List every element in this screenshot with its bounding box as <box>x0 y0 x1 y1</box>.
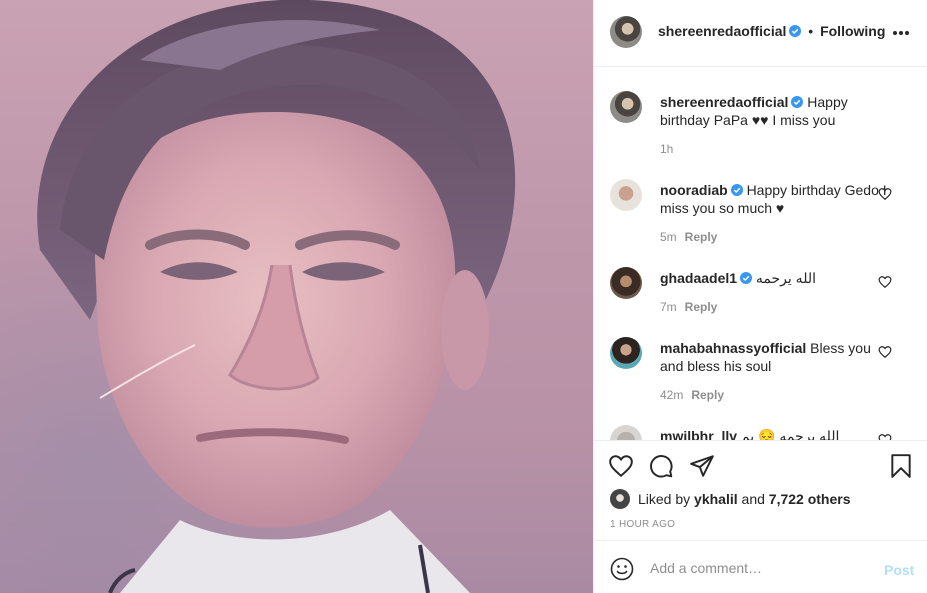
post-header: shereenredaofficial • Following <box>594 0 927 67</box>
header-user-line: shereenredaofficial • Following <box>658 23 885 39</box>
comment-body: ghadaadel1 الله يرحمه <box>660 269 888 287</box>
comment-time: 42m <box>660 388 684 402</box>
owner-username[interactable]: shereenredaofficial <box>658 23 786 39</box>
comment-time: 1h <box>660 142 674 156</box>
likes-summary: Liked by ykhalil and 7,722 others <box>610 489 851 509</box>
likes-count[interactable]: 7,722 others <box>769 491 851 507</box>
comment-username[interactable]: ghadaadel1 <box>660 270 737 286</box>
add-comment-bar: Post <box>594 540 927 593</box>
instagram-post: shereenredaofficial • Following shereenr… <box>0 0 927 593</box>
post-timestamp[interactable]: 1 HOUR AGO <box>610 519 675 530</box>
comment-meta: 7m Reply <box>660 300 717 314</box>
reply-button[interactable]: Reply <box>685 230 718 244</box>
comment-body: nooradiab Happy birthday Gedo I miss you… <box>660 181 888 217</box>
like-comment-heart-icon[interactable] <box>878 433 892 440</box>
comment-time: 7m <box>660 300 677 314</box>
verified-badge-icon <box>740 272 753 284</box>
liker-avatar[interactable] <box>610 489 630 509</box>
comment-meta: 1h <box>660 142 673 156</box>
comment-bubble-icon[interactable] <box>648 453 674 479</box>
comment-username[interactable]: nooradiab <box>660 182 728 198</box>
comment-body: shereenredaofficial Happy birthday PaPa … <box>660 93 888 129</box>
post-side-panel: shereenredaofficial • Following shereenr… <box>593 0 927 593</box>
comment-avatar[interactable] <box>610 91 642 123</box>
comment-avatar[interactable] <box>610 179 642 211</box>
comment-avatar[interactable] <box>610 337 642 369</box>
verified-badge-icon <box>730 184 743 196</box>
comment-username[interactable]: mahabahnassyofficial <box>660 340 806 356</box>
comment-avatar[interactable] <box>610 425 642 440</box>
more-options-icon[interactable] <box>889 22 913 44</box>
save-bookmark-icon[interactable] <box>888 453 914 479</box>
comments-list[interactable]: shereenredaofficial Happy birthday PaPa … <box>594 68 927 440</box>
verified-badge-icon <box>791 96 804 108</box>
header-separator: • <box>808 23 814 39</box>
like-comment-heart-icon[interactable] <box>878 275 892 289</box>
comment-time: 5m <box>660 230 677 244</box>
comment-username[interactable]: shereenredaofficial <box>660 94 788 110</box>
post-comment-button[interactable]: Post <box>884 562 914 578</box>
reply-button[interactable]: Reply <box>685 300 718 314</box>
portrait-photo <box>37 0 516 593</box>
emoji-icon[interactable] <box>610 557 634 581</box>
verified-badge-icon <box>789 25 802 37</box>
comment-avatar[interactable] <box>610 267 642 299</box>
like-comment-heart-icon[interactable] <box>878 345 892 359</box>
following-button[interactable]: Following <box>820 23 885 39</box>
likes-connector: and <box>741 491 765 507</box>
like-heart-icon[interactable] <box>608 453 634 479</box>
reply-button[interactable]: Reply <box>691 388 724 402</box>
like-comment-heart-icon[interactable] <box>878 187 892 201</box>
comment-meta: 5m Reply <box>660 230 717 244</box>
owner-avatar[interactable] <box>610 16 642 48</box>
add-comment-input[interactable] <box>650 555 870 581</box>
comment-body: mwilbhr_llv الله يرحمه 😔 يم <box>660 427 888 440</box>
comment-text: الله يرحمه 😔 يم <box>740 428 840 440</box>
action-bar: Liked by ykhalil and 7,722 others 1 HOUR… <box>594 440 927 540</box>
liker-username[interactable]: ykhalil <box>694 491 738 507</box>
share-paper-plane-icon[interactable] <box>689 453 715 479</box>
comment-meta: 42m Reply <box>660 388 724 402</box>
comment-username[interactable]: mwilbhr_llv <box>660 428 737 440</box>
likes-prefix: Liked by <box>638 491 691 507</box>
comment-body: mahabahnassyofficial Bless you and bless… <box>660 339 888 375</box>
post-photo[interactable] <box>0 0 593 593</box>
comment-text: الله يرحمه <box>755 270 816 286</box>
